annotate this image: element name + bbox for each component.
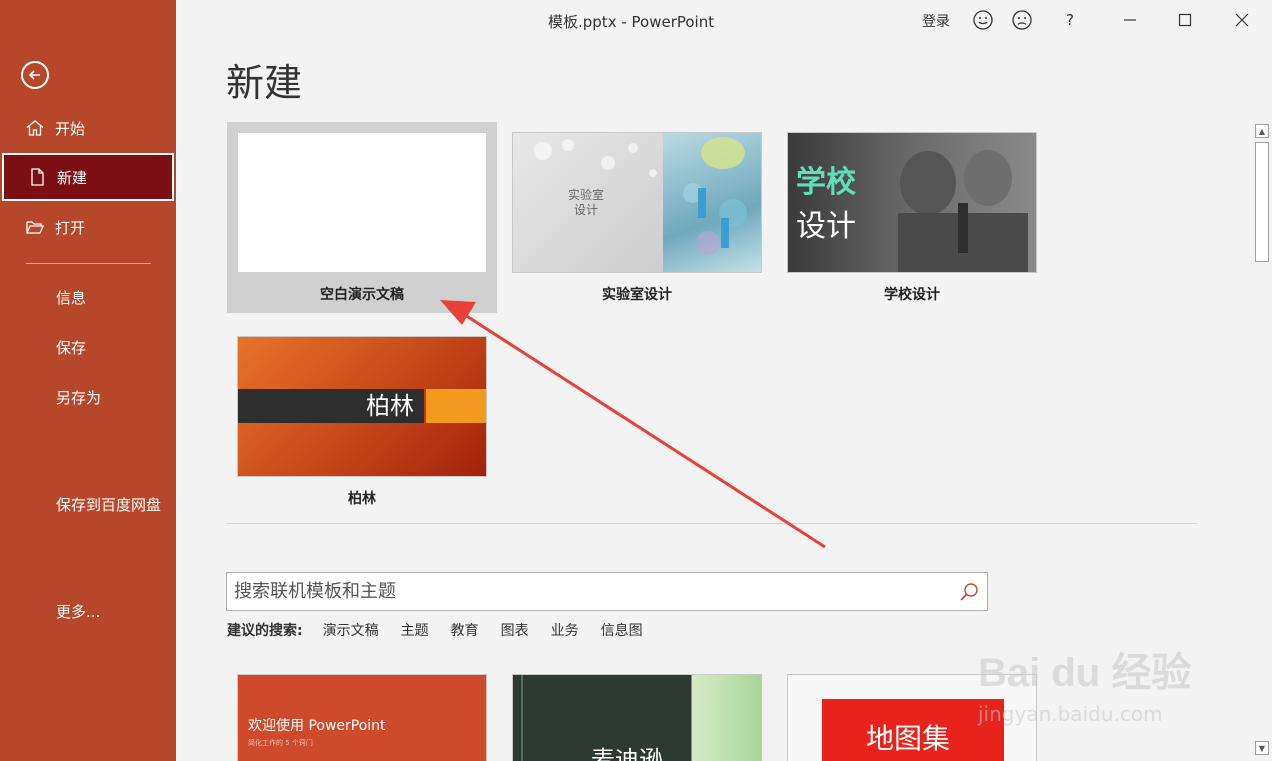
template-label: 学校设计 xyxy=(884,287,940,303)
template-label: 空白演示文稿 xyxy=(320,287,404,303)
nav-item-save[interactable]: 保存 xyxy=(2,323,174,371)
back-arrow-icon xyxy=(28,70,40,80)
nav-item-label: 保存到百度网盘 xyxy=(56,495,162,514)
search-input[interactable] xyxy=(234,579,954,604)
page-title: 新建 xyxy=(226,61,303,105)
nav-item-home[interactable]: 开始 xyxy=(2,104,174,152)
nav-item-label: 新建 xyxy=(57,168,88,187)
suggestion-link[interactable]: 业务 xyxy=(551,620,579,640)
suggested-searches-label: 建议的搜索: xyxy=(227,623,303,639)
frown-feedback-icon[interactable] xyxy=(1010,8,1034,32)
search-icon[interactable] xyxy=(959,582,979,602)
nav-item-label: 另存为 xyxy=(56,388,102,407)
thumbnail-accent xyxy=(426,389,486,423)
scroll-up-icon[interactable]: ▲ xyxy=(1255,124,1269,138)
watermark-url: jingyan.baidu.com xyxy=(978,702,1163,726)
thumbnail-line xyxy=(521,675,523,761)
minimize-icon[interactable] xyxy=(1118,8,1142,32)
thumbnail-title: 实验室 设计 xyxy=(568,188,605,217)
nav-item-label: 开始 xyxy=(55,119,86,138)
nav-item-open[interactable]: 打开 xyxy=(2,203,174,251)
template-tile-school[interactable]: 学校 设计 学校设计 xyxy=(787,132,1037,307)
nav-item-label: 打开 xyxy=(55,218,86,237)
suggested-searches: 建议的搜索: 演示文稿 主题 教育 图表 业务 信息图 xyxy=(227,620,643,640)
smile-feedback-icon[interactable] xyxy=(971,8,995,32)
backstage-sidebar: 开始 新建 打开 信息 保存 另存为 保存到百度网盘 更多... xyxy=(0,0,176,761)
login-button[interactable]: 登录 xyxy=(922,11,950,31)
scroll-down-icon[interactable]: ▼ xyxy=(1255,741,1269,755)
template-label: 实验室设计 xyxy=(602,287,672,303)
maximize-icon[interactable] xyxy=(1173,8,1197,32)
suggestion-link[interactable]: 演示文稿 xyxy=(323,620,379,640)
new-document-icon xyxy=(27,167,47,187)
suggestion-link[interactable]: 图表 xyxy=(501,620,529,640)
template-thumbnail xyxy=(237,132,487,273)
nav-item-new[interactable]: 新建 xyxy=(2,153,174,201)
scrollbar-thumb[interactable] xyxy=(1255,142,1269,262)
nav-item-info[interactable]: 信息 xyxy=(2,273,174,321)
template-tile-berlin[interactable]: 柏林 柏林 xyxy=(237,336,487,508)
sidebar-divider xyxy=(26,263,151,264)
featured-tile-madison[interactable]: 麦迪逊 xyxy=(512,674,762,761)
template-label: 柏林 xyxy=(348,491,376,507)
template-thumbnail: 学校 设计 xyxy=(787,132,1037,273)
nav-item-label: 更多... xyxy=(56,602,101,621)
thumbnail-subtitle: 设计 xyxy=(796,209,856,244)
thumbnail-title: 欢迎使用 PowerPoint xyxy=(248,718,386,734)
thumbnail-title: 学校 xyxy=(796,165,856,200)
title-bar: 模板.pptx - PowerPoint 登录 ? xyxy=(176,0,1272,40)
suggestion-link[interactable]: 信息图 xyxy=(601,620,643,640)
template-tile-lab[interactable]: 实验室 设计 实验室设计 xyxy=(512,132,762,307)
featured-tile-welcome[interactable]: 欢迎使用 PowerPoint 简化工作的 5 个窍门 xyxy=(237,674,487,761)
back-button[interactable] xyxy=(21,61,49,89)
template-thumbnail: 实验室 设计 xyxy=(512,132,762,273)
thumbnail-title: 柏林 xyxy=(366,392,414,420)
thumbnail-title: 麦迪逊 xyxy=(591,746,663,761)
template-tile-blank[interactable]: 空白演示文稿 xyxy=(227,122,497,313)
baidu-watermark: Bai du 经验 jingyan.baidu.com xyxy=(978,640,1208,740)
template-thumbnail: 麦迪逊 xyxy=(512,674,762,761)
home-icon xyxy=(25,118,45,138)
watermark-brand: Bai du 经验 xyxy=(978,651,1192,695)
help-button[interactable]: ? xyxy=(1058,8,1082,32)
thumbnail-title: 地图集 xyxy=(866,722,951,755)
template-thumbnail: 欢迎使用 PowerPoint 简化工作的 5 个窍门 xyxy=(237,674,487,761)
nav-item-label: 信息 xyxy=(56,288,87,307)
lab-glass-image xyxy=(663,133,761,272)
template-thumbnail: 柏林 xyxy=(237,336,487,477)
nav-item-save-as[interactable]: 另存为 xyxy=(2,373,174,421)
folder-open-icon xyxy=(25,217,45,237)
thumbnail-subtitle: 简化工作的 5 个窍门 xyxy=(248,739,313,747)
suggestion-link[interactable]: 教育 xyxy=(451,620,479,640)
section-divider xyxy=(226,523,1197,524)
nav-item-more[interactable]: 更多... xyxy=(2,587,174,635)
search-box[interactable] xyxy=(226,572,988,611)
close-icon[interactable] xyxy=(1230,8,1254,32)
window-title: 模板.pptx - PowerPoint xyxy=(548,13,715,31)
nav-item-label: 保存 xyxy=(56,338,87,357)
suggestion-link[interactable]: 主题 xyxy=(401,620,429,640)
nav-item-save-to-baidu[interactable]: 保存到百度网盘 xyxy=(2,480,174,528)
vertical-scrollbar[interactable]: ▲ ▼ xyxy=(1252,122,1272,761)
